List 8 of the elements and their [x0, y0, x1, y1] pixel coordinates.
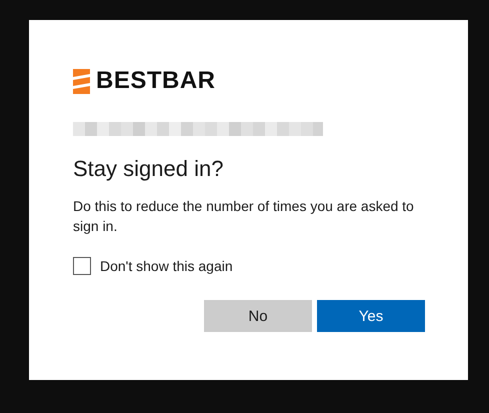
checkbox-label[interactable]: Don't show this again — [100, 258, 233, 274]
brand-name: BESTBAR — [96, 67, 216, 95]
description-text: Do this to reduce the number of times you are asked to sign in. — [73, 197, 415, 236]
yes-button[interactable]: Yes — [317, 300, 425, 332]
no-button[interactable]: No — [204, 300, 312, 332]
logo-icon — [73, 68, 90, 94]
dialog-title: Stay signed in? — [73, 156, 224, 182]
checkbox[interactable] — [73, 257, 91, 275]
